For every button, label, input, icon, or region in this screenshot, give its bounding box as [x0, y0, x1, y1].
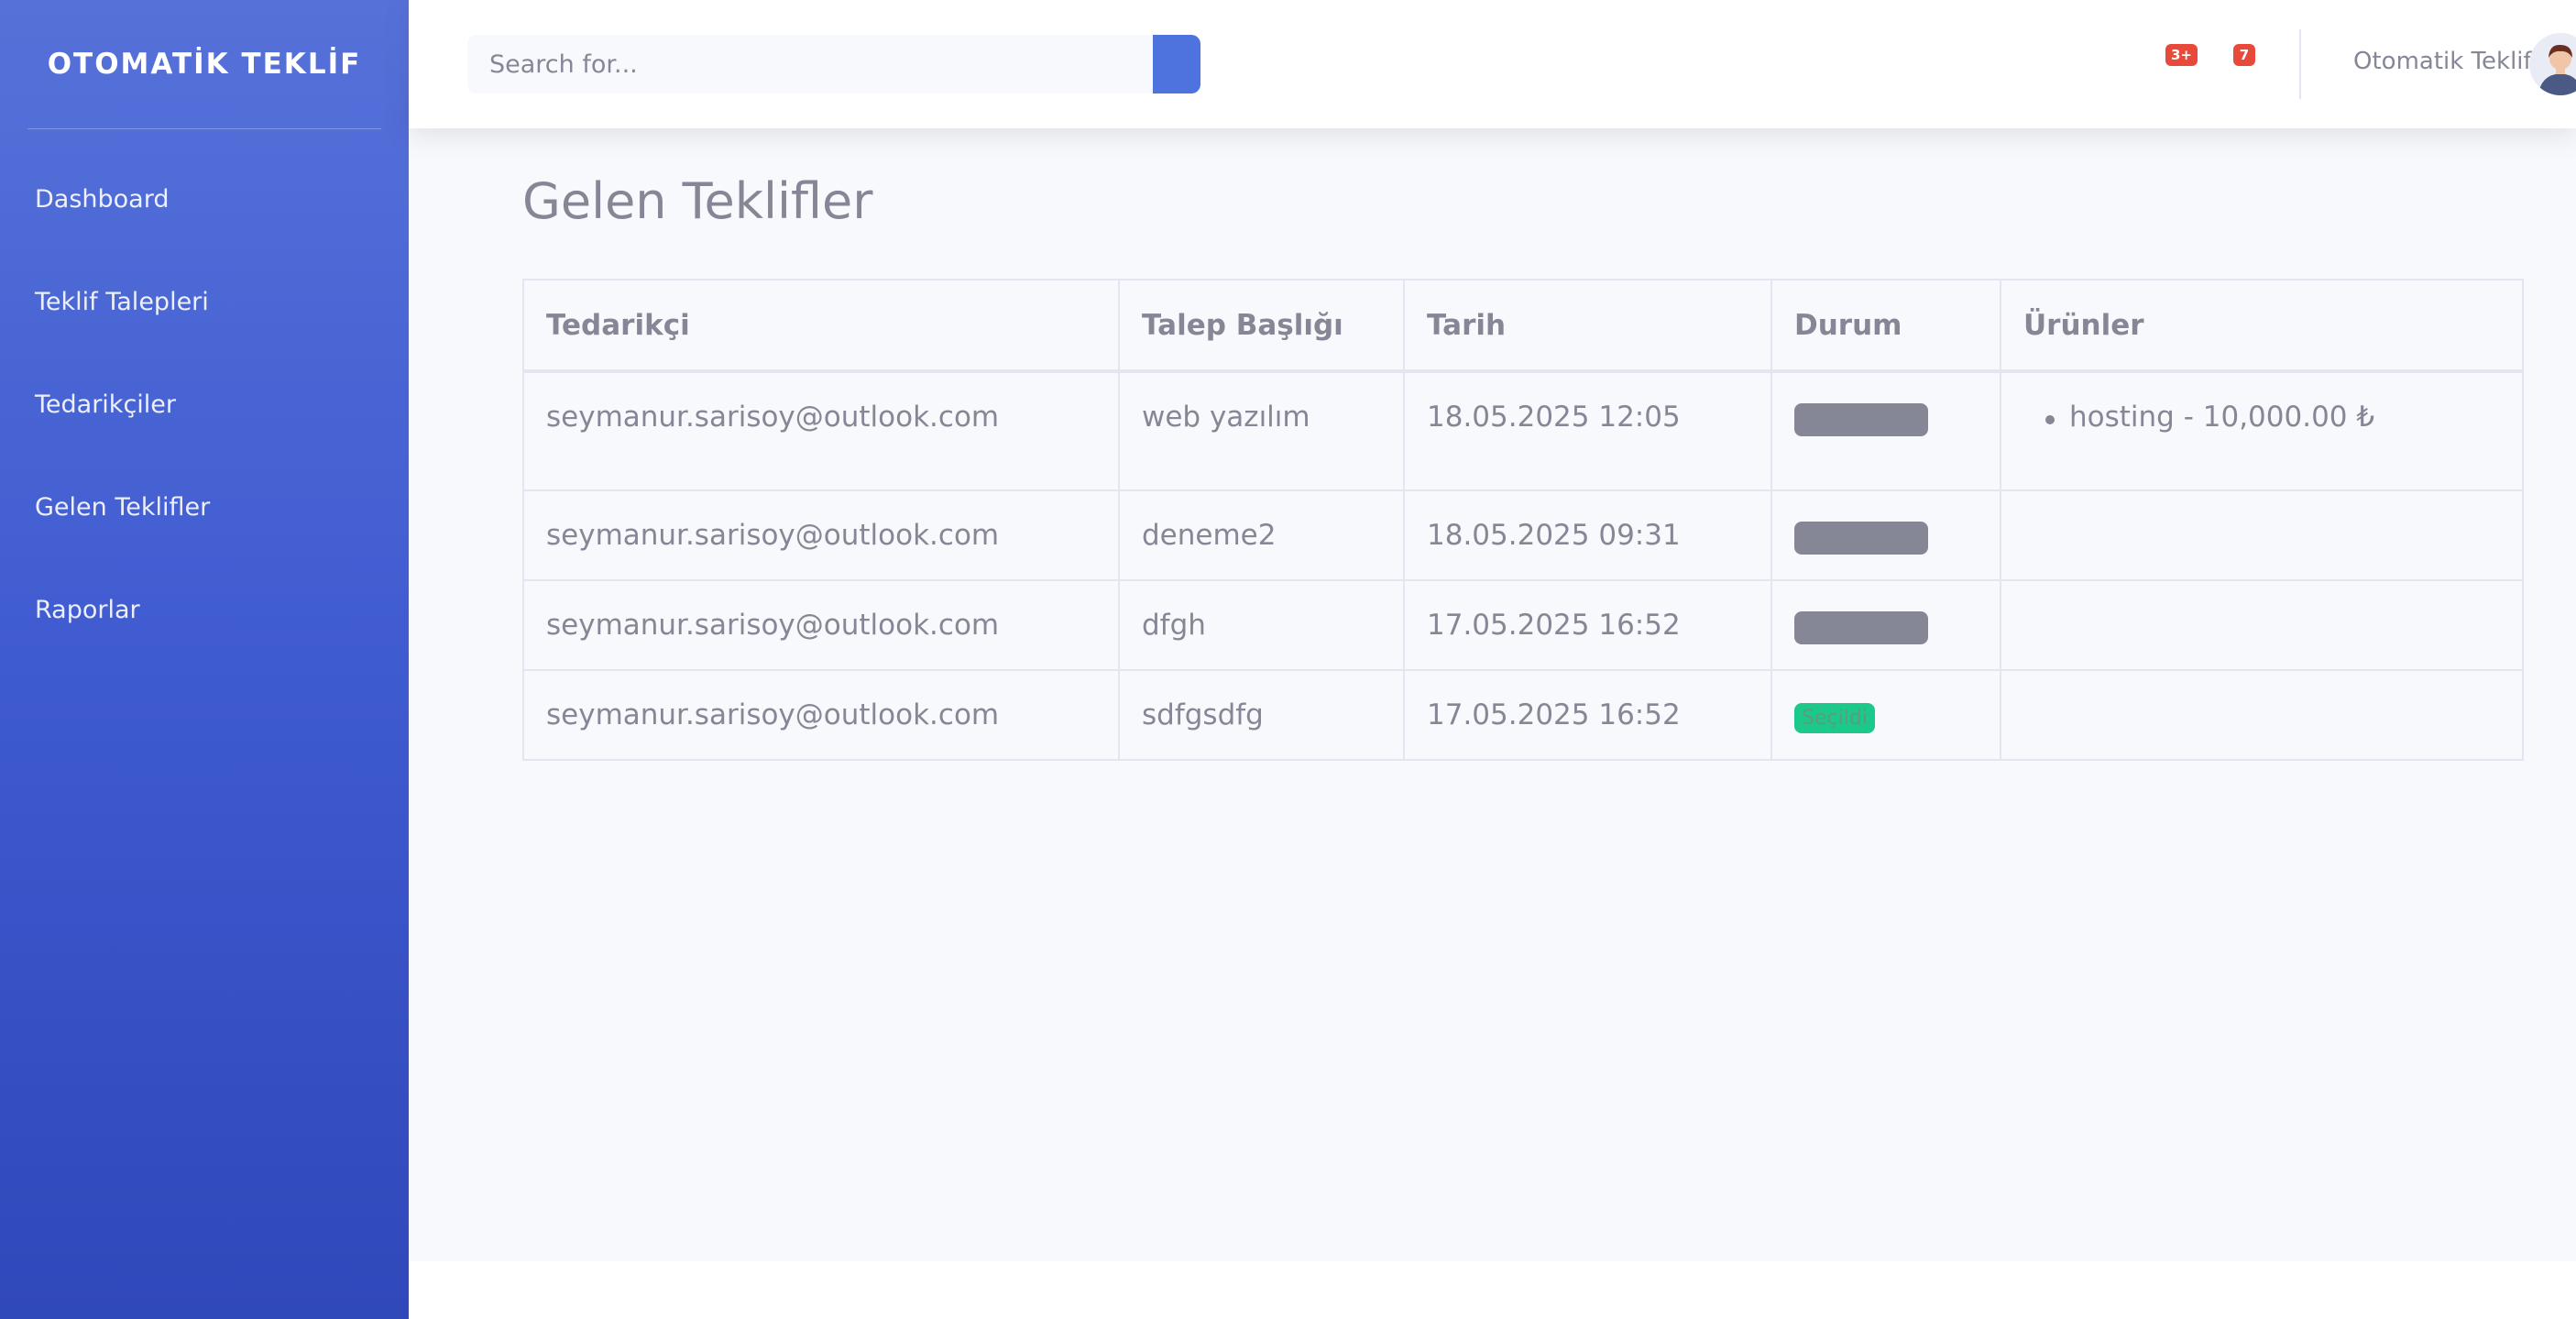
cell-title: deneme2 [1118, 489, 1405, 581]
cell-status [1770, 489, 2001, 581]
cell-title: sdfgsdfg [1118, 669, 1405, 761]
cell-products [2000, 579, 2524, 671]
product-list: hosting - 10,000.00 ₺ [2023, 401, 2500, 434]
user-name[interactable]: Otomatik Teklif [2353, 48, 2532, 75]
footer [409, 1261, 2576, 1319]
cell-status [1770, 370, 2001, 491]
topbar-divider [2299, 29, 2301, 99]
search-button[interactable] [1153, 35, 1200, 93]
cell-date: 18.05.2025 09:31 [1403, 489, 1772, 581]
sidebar-item-gelen-teklifler[interactable]: Gelen Teklifler [0, 456, 409, 558]
sidebar-item-teklif-talepleri[interactable]: Teklif Talepleri [0, 250, 409, 353]
header-tedarikci: Tedarikçi [522, 279, 1120, 373]
cell-supplier: seymanur.sarisoy@outlook.com [522, 489, 1120, 581]
cell-title: dfgh [1118, 579, 1405, 671]
header-urunler: Ürünler [2000, 279, 2524, 373]
sidebar: OTOMATİK TEKLİF Dashboard Teklif Taleple… [0, 0, 409, 1319]
cell-date: 17.05.2025 16:52 [1403, 579, 1772, 671]
search-input[interactable] [467, 35, 1154, 93]
table-row: seymanur.sarisoy@outlook.com deneme2 18.… [522, 489, 2524, 581]
search-icon [1177, 58, 1178, 71]
cell-products [2000, 669, 2524, 761]
cell-status [1770, 579, 2001, 671]
status-badge: Seçildi [1794, 703, 1875, 733]
bell-icon [2150, 37, 2151, 38]
cell-supplier: seymanur.sarisoy@outlook.com [522, 370, 1120, 491]
header-talep-basligi: Talep Başlığı [1118, 279, 1405, 373]
cell-products [2000, 489, 2524, 581]
sidebar-item-raporlar[interactable]: Raporlar [0, 558, 409, 661]
table-row: seymanur.sarisoy@outlook.com web yazılım… [522, 370, 2524, 491]
status-badge [1794, 522, 1928, 555]
header-durum: Durum [1770, 279, 2001, 373]
page-title: Gelen Teklifler [522, 172, 873, 230]
table-row: seymanur.sarisoy@outlook.com sdfgsdfg 17… [522, 669, 2524, 761]
cell-title: web yazılım [1118, 370, 1405, 491]
cell-date: 18.05.2025 12:05 [1403, 370, 1772, 491]
search-form [467, 35, 1200, 93]
brand-logo[interactable]: OTOMATİK TEKLİF [0, 0, 409, 128]
cell-date: 17.05.2025 16:52 [1403, 669, 1772, 761]
table-row: seymanur.sarisoy@outlook.com dfgh 17.05.… [522, 579, 2524, 671]
sidebar-divider [27, 128, 381, 129]
offers-table: Tedarikçi Talep Başlığı Tarih Durum Ürün… [522, 279, 2524, 761]
header-tarih: Tarih [1403, 279, 1772, 373]
alerts-badge: 3+ [2165, 44, 2198, 66]
envelope-icon [2214, 37, 2215, 38]
messages-badge: 7 [2233, 44, 2255, 66]
sidebar-nav: Dashboard Teklif Talepleri Tedarikçiler … [0, 148, 409, 661]
cell-supplier: seymanur.sarisoy@outlook.com [522, 669, 1120, 761]
table-header-row: Tedarikçi Talep Başlığı Tarih Durum Ürün… [522, 279, 2524, 373]
cell-products: hosting - 10,000.00 ₺ [2000, 370, 2524, 491]
status-badge [1794, 403, 1928, 436]
main-content: Gelen Teklifler Tedarikçi Talep Başlığı … [409, 128, 2576, 1261]
cell-status: Seçildi [1770, 669, 2001, 761]
cell-supplier: seymanur.sarisoy@outlook.com [522, 579, 1120, 671]
user-avatar[interactable] [2529, 33, 2576, 95]
sidebar-item-tedarikciler[interactable]: Tedarikçiler [0, 353, 409, 456]
sidebar-item-dashboard[interactable]: Dashboard [0, 148, 409, 250]
product-item: hosting - 10,000.00 ₺ [2045, 401, 2500, 434]
status-badge [1794, 611, 1928, 644]
topbar: 3+ 7 Otomatik Teklif [409, 0, 2576, 128]
